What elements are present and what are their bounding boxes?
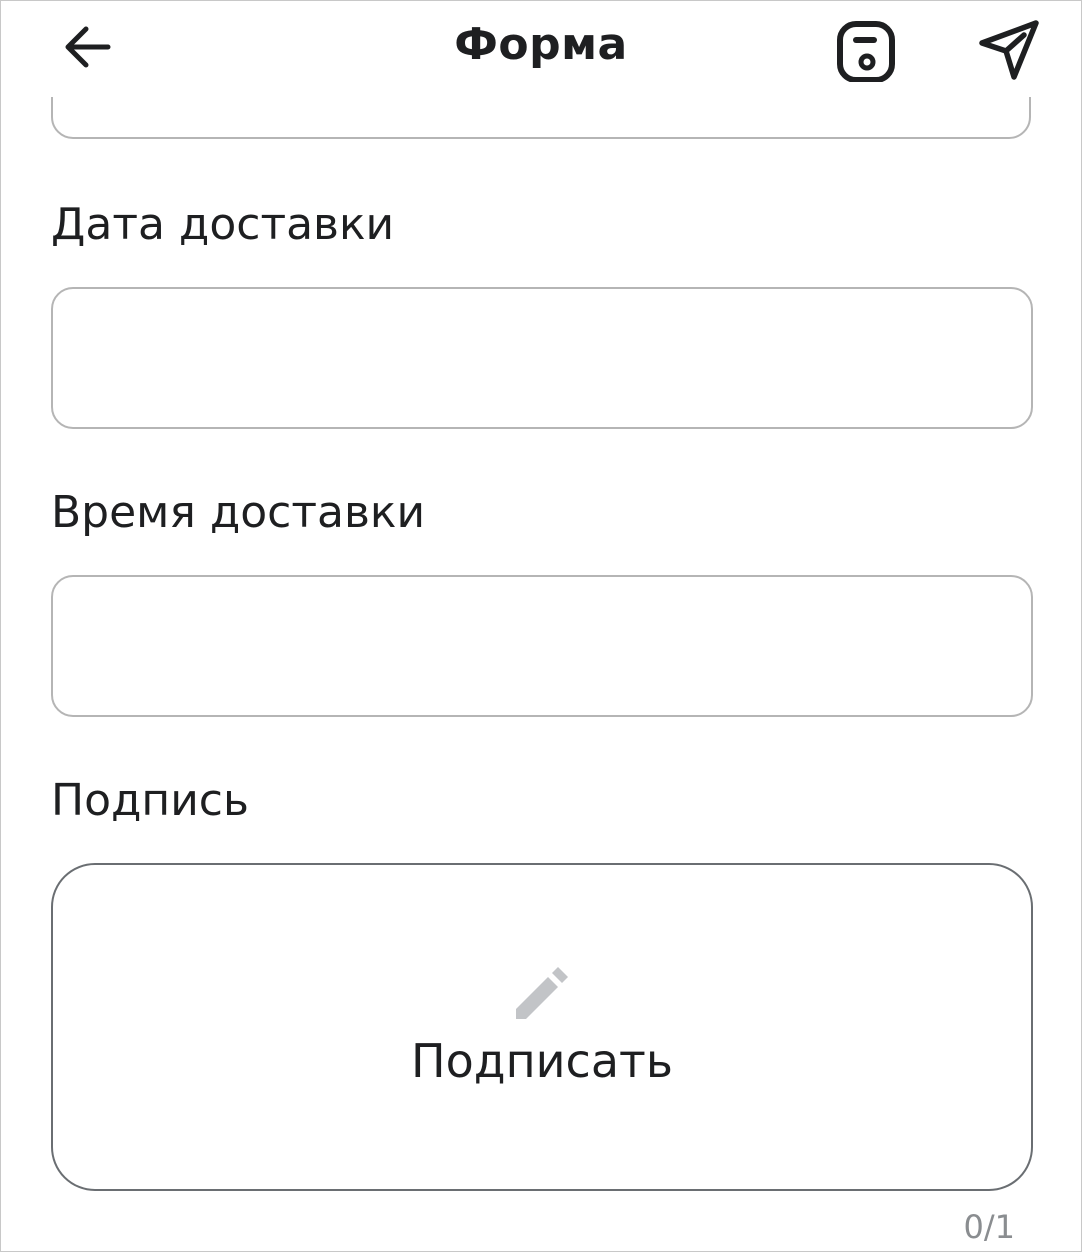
form-content: Дата доставки Время доставки Подпись Под…	[1, 1, 1081, 1251]
top-app-bar: Форма	[1, 1, 1081, 97]
delivery-time-label: Время доставки	[51, 487, 426, 538]
page-title: Форма	[454, 19, 628, 70]
delivery-time-input[interactable]	[51, 575, 1033, 717]
sign-button-label: Подписать	[411, 1034, 673, 1088]
signature-area[interactable]: Подписать	[51, 863, 1033, 1191]
signature-counter: 0/1	[963, 1208, 1016, 1246]
app-screen: Дата доставки Время доставки Подпись Под…	[0, 0, 1082, 1252]
delivery-date-input[interactable]	[51, 287, 1033, 429]
delivery-date-label: Дата доставки	[51, 199, 395, 250]
save-icon	[837, 21, 895, 82]
send-button[interactable]	[973, 14, 1045, 86]
save-button[interactable]	[830, 14, 902, 86]
send-icon	[979, 20, 1039, 80]
pencil-icon	[516, 967, 568, 1019]
signature-label: Подпись	[51, 775, 249, 826]
